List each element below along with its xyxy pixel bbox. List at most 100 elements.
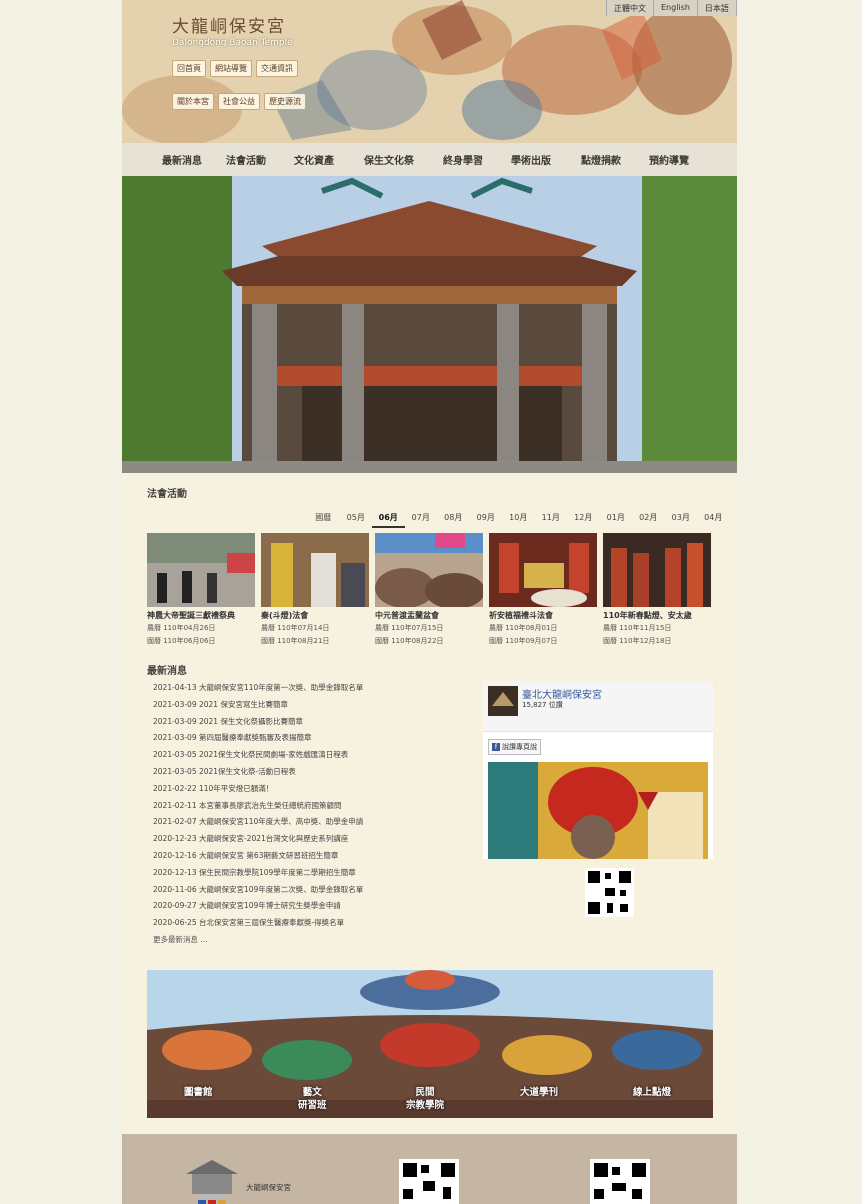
qr-code-icon — [590, 1159, 650, 1204]
event-solar-date: 國曆 110年08月21日 — [261, 637, 330, 645]
footer: 大龍峒保安宮 — [122, 1134, 737, 1204]
news-item[interactable]: 2021-03-05 2021保生文化祭民間劇場-家姓戲匯演日程表 — [147, 747, 477, 764]
month-tab-08[interactable]: 08月 — [437, 512, 470, 528]
page-container: 大龍峒保安宮 Dalongdong Baoan Temple 回首頁 網站導覽 交通… — [122, 0, 737, 1204]
month-tab-04[interactable]: 04月 — [697, 512, 730, 528]
banner-link-religious-college[interactable]: 民間 宗教學院 — [406, 1086, 444, 1112]
hero-temple-photo — [122, 176, 737, 473]
news-item[interactable]: 2020-12-23 大龍峒保安宮-2021台灣文化與歷史系列講座 — [147, 831, 477, 848]
month-tabs: 國曆 05月 06月 07月 08月 09月 10月 11月 12月 01月 0… — [307, 512, 730, 528]
lang-ja[interactable]: 日本語 — [698, 0, 737, 16]
news-item[interactable]: 2020-12-16 大龍峒保安宮 第63期藝文研習班招生簡章 — [147, 848, 477, 865]
month-tab-12[interactable]: 12月 — [567, 512, 600, 528]
news-item[interactable]: 2021-03-05 2021保生文化祭-活動日程表 — [147, 764, 477, 781]
facebook-like-button[interactable]: f 說讚專頁說 — [488, 739, 541, 755]
nav-ceremonies[interactable]: 法會活動 — [226, 152, 266, 167]
header-links: 回首頁 網站導覽 交通資訊 關於本宮 社會公益 歷史源流 — [172, 56, 312, 122]
event-card[interactable]: 110年新春點燈、安太歲 農曆 110年11月15日 國曆 110年12月18日 — [603, 533, 711, 647]
banner-link-art-class[interactable]: 藝文 研習班 — [298, 1086, 327, 1112]
banner-link-journal[interactable]: 大道學刊 — [520, 1086, 558, 1099]
news-item[interactable]: 2021-02-11 本宮董事長廖武治先生榮任總統府國策顧問 — [147, 798, 477, 815]
month-tab-07[interactable]: 07月 — [405, 512, 438, 528]
events-title: 法會活動 — [147, 489, 187, 500]
news-item[interactable]: 2021-03-09 第四屆醫療奉獻獎甄審及表揚簡章 — [147, 730, 477, 747]
header-link-about[interactable]: 關於本宮 — [172, 93, 214, 110]
event-lunar-date: 農曆 110年04月26日 — [147, 624, 216, 632]
event-card[interactable]: 祈安植福禮斗法會 農曆 110年08月01日 國曆 110年09月07日 — [489, 533, 597, 647]
news-item[interactable]: 2020-09-27 大龍峒保安宮109年博士研究生獎學金申請 — [147, 898, 477, 915]
month-tab-11[interactable]: 11月 — [535, 512, 568, 528]
event-card[interactable]: 秦(斗燈)法會 農曆 110年07月14日 國曆 110年08月21日 — [261, 533, 369, 647]
month-tab-01[interactable]: 01月 — [600, 512, 633, 528]
event-title[interactable]: 中元普渡盂蘭盆會 — [375, 610, 483, 621]
month-tab-label[interactable]: 國曆 — [307, 512, 340, 528]
month-tab-10[interactable]: 10月 — [502, 512, 535, 528]
nav-publishing[interactable]: 學術出版 — [511, 152, 551, 167]
nav-news[interactable]: 最新消息 — [162, 152, 202, 167]
banner-link-library[interactable]: 圖書館 — [184, 1086, 213, 1099]
nav-festival[interactable]: 保生文化祭 — [364, 152, 414, 167]
event-lunar-date: 農曆 110年08月01日 — [489, 624, 558, 632]
news-item[interactable]: 2020-11-06 大龍峒保安宮109年度第二次獎、助學金錄取名單 — [147, 882, 477, 899]
news-item[interactable]: 2021-03-09 2021 保安宮寫生比賽簡章 — [147, 697, 477, 714]
event-thumbnail[interactable] — [375, 533, 483, 607]
news-item[interactable]: 2020-06-25 台北保安宮第三屆保生醫療奉獻獎-得獎名單 — [147, 915, 477, 932]
facebook-page-name[interactable]: 臺北大龍峒保安宮 — [522, 686, 602, 701]
lang-en[interactable]: English — [654, 0, 698, 16]
event-lunar-date: 農曆 110年07月14日 — [261, 624, 330, 632]
facebook-likes: 15,827 位讚 — [522, 701, 563, 709]
nav-donation[interactable]: 點燈捐款 — [581, 152, 621, 167]
banner-link-online-lamp[interactable]: 線上點燈 — [633, 1086, 671, 1099]
event-solar-date: 國曆 110年06月06日 — [147, 637, 216, 645]
news-item[interactable]: 2021-03-09 2021 保生文化祭攝影比賽簡章 — [147, 714, 477, 731]
header-link-history[interactable]: 歷史源流 — [264, 93, 306, 110]
news-title: 最新消息 — [147, 666, 187, 677]
header-link-charity[interactable]: 社會公益 — [218, 93, 260, 110]
temple-logo-icon — [186, 1160, 238, 1204]
brand[interactable]: 大龍峒保安宮 Dalongdong Baoan Temple — [172, 12, 293, 48]
event-thumbnail[interactable] — [603, 533, 711, 607]
news-list: 2021-04-13 大龍峒保安宮110年度第一次獎、助學金錄取名單 2021-… — [147, 680, 477, 949]
event-thumbnail[interactable] — [489, 533, 597, 607]
qr-code-icon — [585, 868, 634, 917]
event-card[interactable]: 神農大帝聖誕三獻禮祭典 農曆 110年04月26日 國曆 110年06月06日 — [147, 533, 255, 647]
news-item[interactable]: 2021-02-07 大龍峒保安宮110年度大學、高中獎、助學金申請 — [147, 814, 477, 831]
month-tab-02[interactable]: 02月 — [632, 512, 665, 528]
header-link-traffic[interactable]: 交通資訊 — [256, 60, 298, 77]
event-title[interactable]: 祈安植福禮斗法會 — [489, 610, 597, 621]
event-thumbnail[interactable] — [147, 533, 255, 607]
header-link-sitemap[interactable]: 網站導覽 — [210, 60, 252, 77]
event-title[interactable]: 秦(斗燈)法會 — [261, 610, 369, 621]
month-tab-05[interactable]: 05月 — [340, 512, 373, 528]
header-banner: 大龍峒保安宮 Dalongdong Baoan Temple 回首頁 網站導覽 交通… — [122, 0, 737, 143]
facebook-icon: f — [492, 743, 500, 751]
event-solar-date: 國曆 110年09月07日 — [489, 637, 558, 645]
qr-code-icon — [399, 1159, 459, 1204]
brand-title: 大龍峒保安宮 — [172, 17, 286, 37]
event-title[interactable]: 神農大帝聖誕三獻禮祭典 — [147, 610, 255, 621]
event-lunar-date: 農曆 110年11月15日 — [603, 624, 672, 632]
event-solar-date: 國曆 110年08月22日 — [375, 637, 444, 645]
facebook-like-label: 說讚專頁說 — [502, 743, 537, 751]
nav-tour[interactable]: 預約導覽 — [649, 152, 689, 167]
event-title[interactable]: 110年新春點燈、安太歲 — [603, 610, 711, 621]
nav-heritage[interactable]: 文化資產 — [294, 152, 334, 167]
brand-subtitle: Dalongdong Baoan Temple — [172, 38, 293, 48]
month-tab-03[interactable]: 03月 — [665, 512, 698, 528]
main-nav: 最新消息 法會活動 文化資產 保生文化祭 終身學習 學術出版 點燈捐款 預約導覽 — [122, 143, 737, 176]
nav-learning[interactable]: 終身學習 — [443, 152, 483, 167]
event-card[interactable]: 中元普渡盂蘭盆會 農曆 110年07月15日 國曆 110年08月22日 — [375, 533, 483, 647]
header-link-home[interactable]: 回首頁 — [172, 60, 206, 77]
lang-zh[interactable]: 正體中文 — [607, 0, 654, 16]
facebook-page-avatar[interactable] — [488, 686, 518, 716]
news-item[interactable]: 2021-02-22 110年平安燈已額滿！ — [147, 781, 477, 798]
month-tab-09[interactable]: 09月 — [470, 512, 503, 528]
facebook-post-image[interactable] — [488, 762, 708, 859]
facebook-header: 臺北大龍峒保安宮 15,827 位讚 — [483, 681, 713, 732]
news-item[interactable]: 2020-12-13 保生民間宗教學院109學年度第二學期招生簡章 — [147, 865, 477, 882]
event-thumbnail[interactable] — [261, 533, 369, 607]
news-more-link[interactable]: 更多最新消息 ... — [147, 932, 477, 949]
news-item[interactable]: 2021-04-13 大龍峒保安宮110年度第一次獎、助學金錄取名單 — [147, 680, 477, 697]
month-tab-06[interactable]: 06月 — [372, 512, 405, 528]
event-solar-date: 國曆 110年12月18日 — [603, 637, 672, 645]
